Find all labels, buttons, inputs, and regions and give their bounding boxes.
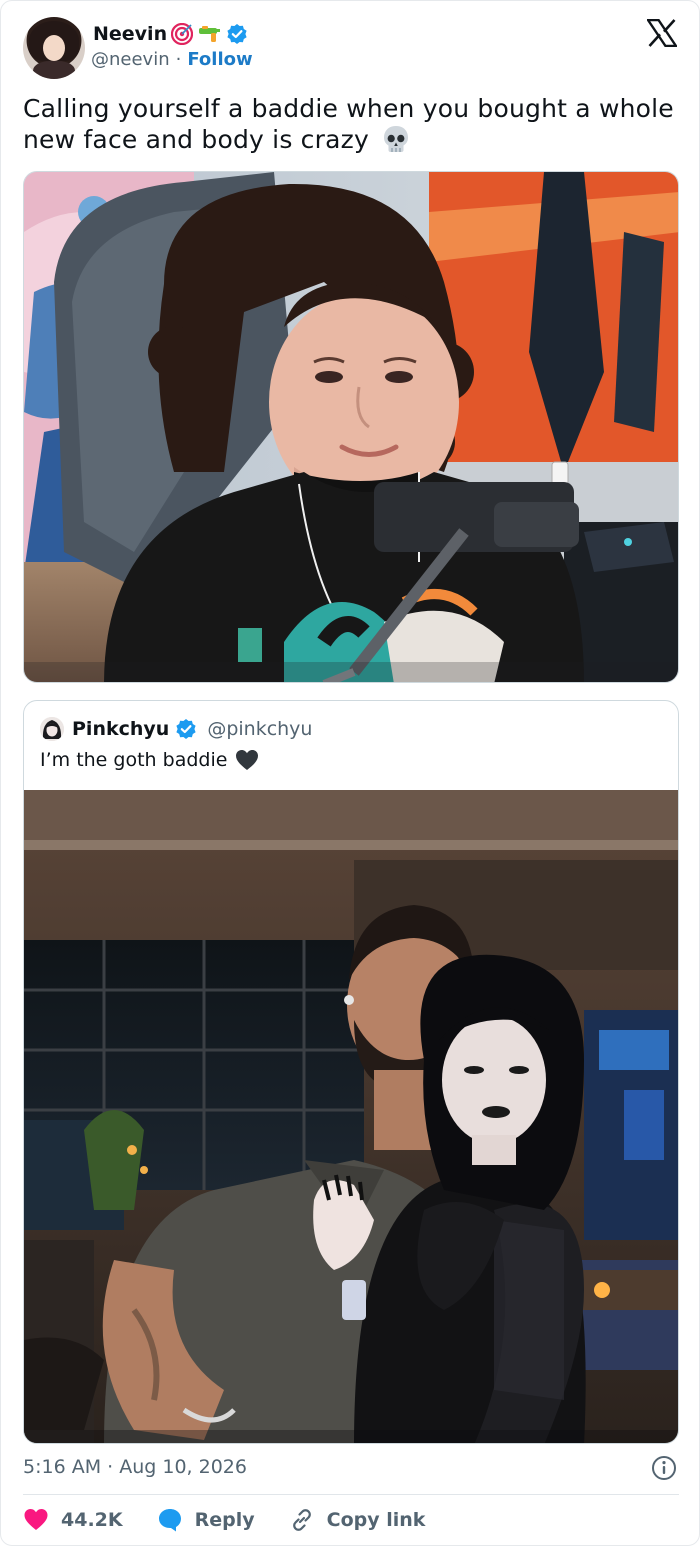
- quoted-tweet[interactable]: Pinkchyu @pinkchyu I’m the goth baddie: [23, 700, 679, 1444]
- quoted-avatar-art: [40, 717, 64, 741]
- like-button[interactable]: 44.2K: [23, 1507, 123, 1533]
- reply-button[interactable]: Reply: [157, 1507, 255, 1533]
- quoted-author-avatar[interactable]: [40, 717, 64, 741]
- copy-link-button[interactable]: Copy link: [289, 1507, 426, 1533]
- couple-photo-illustration: [24, 790, 678, 1443]
- target-emoji-icon: [171, 23, 194, 45]
- black-heart-icon: [236, 750, 259, 770]
- info-icon[interactable]: [651, 1455, 677, 1481]
- verified-icon: [227, 24, 247, 44]
- quoted-body: I’m the goth baddie: [40, 749, 228, 771]
- tweet-card: Neevin @neevin · Follow Calling yourself…: [0, 0, 700, 1546]
- tweet-timestamp[interactable]: 5:16 AM · Aug 10, 2026: [23, 1456, 247, 1478]
- link-icon: [292, 1509, 311, 1531]
- water-gun-emoji-icon: [199, 26, 221, 42]
- quoted-tweet-photo[interactable]: [24, 790, 678, 1443]
- avatar-face: [43, 35, 65, 61]
- quoted-tweet-text: I’m the goth baddie: [40, 749, 259, 771]
- quoted-handle[interactable]: @pinkchyu: [207, 718, 312, 740]
- copy-link-label: Copy link: [326, 1509, 426, 1531]
- author-handle[interactable]: @neevin: [91, 49, 170, 70]
- handle-separator: ·: [175, 49, 182, 70]
- skull-emoji-icon: [384, 126, 409, 152]
- heart-icon: [24, 1509, 48, 1530]
- actions-divider: [23, 1494, 679, 1495]
- tweet-body: Calling yourself a baddie when you bough…: [23, 94, 674, 154]
- action-bar: 44.2K Reply Copy link: [23, 1505, 459, 1535]
- like-count: 44.2K: [61, 1509, 123, 1531]
- streamer-photo-illustration: [24, 172, 678, 682]
- quoted-display-name[interactable]: Pinkchyu: [72, 718, 169, 740]
- avatar-body: [33, 61, 75, 79]
- tweet-photo[interactable]: [23, 171, 679, 683]
- author-display-name[interactable]: Neevin: [93, 23, 167, 45]
- follow-button[interactable]: Follow: [187, 49, 252, 70]
- author-name-row: Neevin: [93, 21, 248, 47]
- reply-label: Reply: [194, 1509, 255, 1531]
- author-avatar[interactable]: [23, 17, 85, 79]
- author-handle-row: @neevin · Follow: [91, 49, 253, 70]
- x-logo-icon[interactable]: [647, 19, 677, 47]
- verified-icon: [176, 719, 196, 739]
- reply-bubble-icon: [158, 1509, 181, 1532]
- tweet-text: Calling yourself a baddie when you bough…: [23, 93, 683, 155]
- quoted-author-row: Pinkchyu @pinkchyu: [72, 715, 312, 743]
